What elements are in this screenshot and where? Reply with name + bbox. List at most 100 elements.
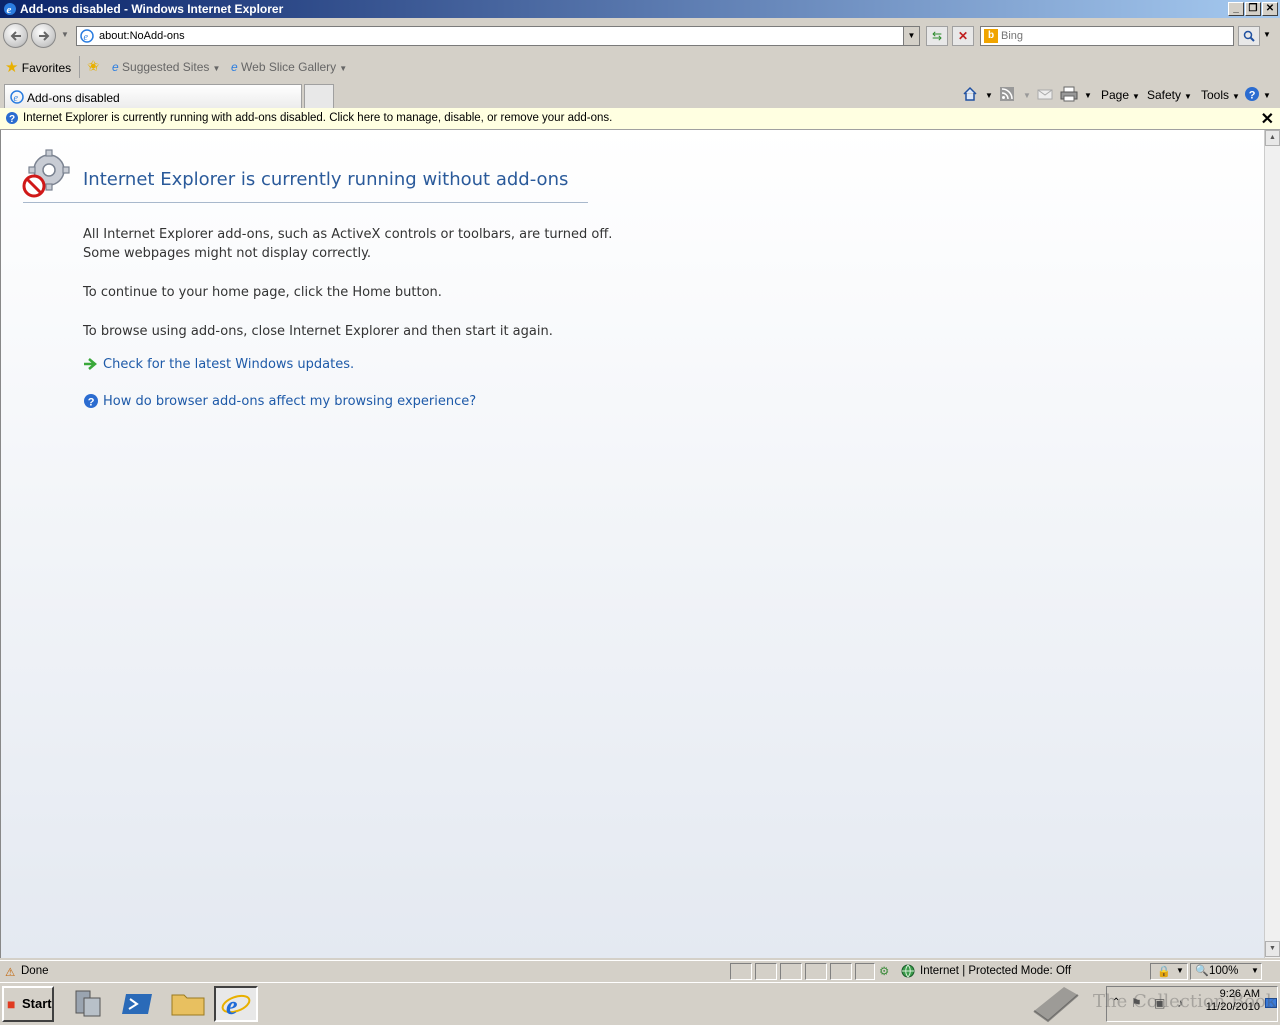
windows-logo-icon: ■ (7, 996, 16, 1012)
ie-icon: e (4, 3, 16, 16)
zoom-dropdown[interactable]: ▼ (1251, 966, 1259, 975)
back-icon (10, 31, 21, 41)
ie-page-icon: e (112, 60, 119, 74)
zoom-level: 100% (1209, 965, 1239, 977)
help-icon: ? (1245, 87, 1259, 102)
status-segment (830, 963, 852, 980)
powershell-taskbar-button[interactable] (116, 986, 160, 1022)
new-tab-button[interactable] (304, 84, 334, 108)
search-options-dropdown[interactable]: ▼ (1263, 30, 1271, 39)
forward-icon (39, 31, 50, 41)
minimize-button[interactable]: _ (1228, 2, 1244, 16)
info-paragraph-3: To browse using add-ons, close Internet … (83, 324, 553, 339)
vertical-scrollbar[interactable]: ▲ ▼ (1264, 130, 1280, 958)
clock-date: 11/20/2010 (1205, 1001, 1260, 1013)
windows-update-link[interactable]: Check for the latest Windows updates. (103, 357, 354, 372)
mail-button[interactable] (1037, 86, 1053, 105)
powershell-icon (122, 994, 152, 1014)
help-icon: ? (84, 394, 98, 409)
status-segment (855, 963, 875, 980)
help-button[interactable]: ? (1244, 86, 1260, 105)
window-title: Add-ons disabled - Windows Internet Expl… (20, 2, 284, 16)
status-text: Done (21, 965, 49, 977)
server-manager-taskbar-button[interactable] (66, 986, 110, 1022)
scroll-down-arrow[interactable]: ▼ (1265, 941, 1280, 957)
close-icon[interactable]: ✕ (1261, 109, 1274, 129)
status-segment (780, 963, 802, 980)
addons-status-icon[interactable]: ⚙ (879, 964, 889, 978)
page-icon: e (80, 29, 94, 43)
search-input[interactable] (1001, 29, 1221, 43)
scroll-up-arrow[interactable]: ▲ (1265, 130, 1280, 146)
tab-label: Add-ons disabled (27, 91, 120, 105)
information-bar-text[interactable]: Internet Explorer is currently running w… (23, 112, 612, 124)
bing-icon: b (984, 29, 998, 43)
safety-menu-label: Safety (1147, 88, 1182, 102)
clock[interactable]: 9:26 AM 11/20/2010 (1196, 988, 1260, 1014)
taskbar: ■ Start e ⌃ ⚑ ▣ ♪ The Collection Book 9:… (0, 982, 1280, 1024)
svg-text:e: e (14, 93, 19, 104)
search-button[interactable] (1238, 26, 1260, 46)
zoom-control[interactable]: 🔍 100% ▼ (1190, 963, 1262, 980)
stop-button[interactable]: ✕ (952, 26, 974, 46)
web-slice-gallery-label: Web Slice Gallery (241, 60, 337, 74)
internet-explorer-taskbar-button[interactable]: e (214, 986, 258, 1022)
zoom-icon: 🔍 (1195, 965, 1209, 977)
tools-menu[interactable]: Tools ▼ (1201, 88, 1240, 102)
info-icon: ? (6, 112, 18, 125)
favorites-bar: ★ Favorites ✬ e Suggested Sites ▼ e Web S… (0, 52, 1280, 82)
favorites-button[interactable]: ★ Favorites (5, 58, 71, 76)
home-icon (963, 86, 977, 101)
refresh-button[interactable]: ⇆ (926, 26, 948, 46)
explorer-taskbar-button[interactable] (166, 986, 210, 1022)
feeds-dropdown[interactable]: ▼ (1023, 91, 1031, 100)
info-paragraph-1-line-1: All Internet Explorer add-ons, such as A… (83, 227, 613, 242)
ie-icon: e (10, 90, 24, 104)
protected-mode-segment[interactable]: 🔒 ▼ (1150, 963, 1188, 980)
ie-icon: e (221, 991, 251, 1020)
favorites-label: Favorites (21, 61, 72, 75)
ie-page-icon: e (231, 60, 238, 74)
address-text[interactable]: about:NoAdd-ons (99, 30, 185, 42)
feeds-icon (1000, 87, 1014, 101)
print-dropdown[interactable]: ▼ (1084, 91, 1092, 100)
address-bar[interactable]: e about:NoAdd-ons ▼ (76, 26, 920, 46)
recent-pages-dropdown[interactable]: ▼ (61, 30, 69, 39)
home-button[interactable] (962, 86, 978, 105)
info-paragraph-1-line-2: Some webpages might not display correctl… (83, 246, 372, 261)
add-favorite-icon: ✬ (87, 58, 100, 75)
search-box[interactable]: b (980, 26, 1234, 46)
print-button[interactable] (1060, 86, 1078, 105)
help-dropdown[interactable]: ▼ (1263, 91, 1271, 100)
suggested-sites-link[interactable]: e Suggested Sites ▼ (112, 60, 220, 74)
information-bar[interactable]: ? Internet Explorer is currently running… (0, 108, 1280, 130)
svg-text:?: ? (1249, 90, 1256, 102)
close-window-button[interactable]: ✕ (1262, 2, 1278, 16)
status-bar: ⚠ Done ⚙ Internet | Protected Mode: Off … (0, 960, 1280, 982)
tab-add-ons-disabled[interactable]: e Add-ons disabled (4, 84, 302, 108)
start-button[interactable]: ■ Start (2, 986, 54, 1022)
heading-divider (23, 202, 588, 203)
feeds-button[interactable] (999, 86, 1015, 105)
restore-button[interactable]: ❐ (1245, 2, 1261, 16)
security-zone-text[interactable]: Internet | Protected Mode: Off (920, 965, 1071, 977)
tools-menu-label: Tools (1201, 88, 1230, 102)
forward-button[interactable] (31, 23, 56, 48)
page-menu-label: Page (1101, 88, 1130, 102)
info-paragraph-1: All Internet Explorer add-ons, such as A… (83, 225, 612, 263)
addons-disabled-icon (22, 149, 70, 198)
info-paragraph-2: To continue to your home page, click the… (83, 285, 442, 300)
page-menu[interactable]: Page ▼ (1101, 88, 1140, 102)
address-dropdown[interactable]: ▼ (903, 27, 919, 45)
back-button[interactable] (3, 23, 28, 48)
safety-menu[interactable]: Safety ▼ (1147, 88, 1192, 102)
book-watermark-icon (1033, 987, 1079, 1023)
home-dropdown[interactable]: ▼ (985, 91, 993, 100)
addons-help-link[interactable]: How do browser add-ons affect my browsin… (103, 394, 476, 409)
print-icon (1060, 86, 1078, 102)
start-label: Start (22, 996, 52, 1011)
svg-text:e: e (226, 991, 238, 1020)
svg-text:?: ? (88, 397, 95, 409)
web-slice-gallery-link[interactable]: e Web Slice Gallery ▼ (231, 60, 347, 74)
add-to-favorites-bar-button[interactable]: ✬ (87, 57, 100, 75)
